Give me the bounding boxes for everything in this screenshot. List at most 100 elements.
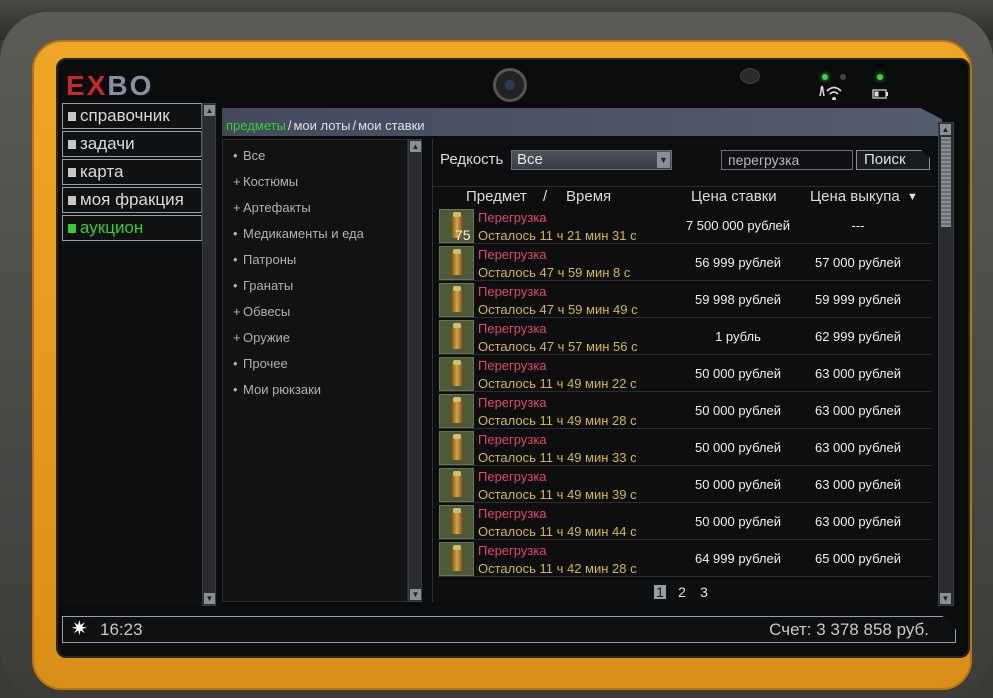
- tab-my-bids[interactable]: мои ставки: [358, 118, 424, 133]
- item-icon: [439, 468, 474, 502]
- menu-item-handbook[interactable]: справочник: [62, 103, 202, 129]
- bullet: •: [233, 252, 238, 267]
- camera-icon: [493, 68, 527, 102]
- item-name: Перегрузка: [478, 247, 547, 262]
- menu-item-label: аукцион: [80, 218, 144, 237]
- tab-items[interactable]: предметы: [226, 118, 286, 133]
- account-balance: Счет: 3 378 858 руб.: [769, 620, 929, 639]
- category-artifacts[interactable]: + Артефакты: [223, 195, 407, 221]
- category-suits[interactable]: + Костюмы: [223, 169, 407, 195]
- scroll-down-icon[interactable]: ▼: [940, 593, 951, 604]
- time-left: Осталось 11 ч 49 мин 33 с: [478, 450, 637, 465]
- lot-scrollbar[interactable]: ▲ ▼: [938, 122, 954, 606]
- bullet: •: [233, 356, 238, 371]
- category-label: Гранаты: [243, 278, 294, 293]
- lot-row[interactable]: Перегрузка Осталось 11 ч 49 мин 28 с 50 …: [438, 392, 932, 429]
- header-item[interactable]: Предмет: [466, 188, 527, 205]
- item-icon: [439, 394, 474, 428]
- category-scrollbar[interactable]: ▲ ▼: [408, 139, 422, 602]
- search-button[interactable]: Поиск: [856, 150, 930, 170]
- buyout-price: 63 000 рублей: [814, 477, 902, 492]
- menu-item-auction[interactable]: аукцион: [62, 215, 202, 241]
- page-3[interactable]: 3: [698, 585, 710, 599]
- expand-icon[interactable]: +: [233, 299, 243, 325]
- menu-item-map[interactable]: карта: [62, 159, 202, 185]
- header-bid[interactable]: Цена ставки: [691, 188, 777, 205]
- category-label: Прочее: [243, 356, 288, 371]
- category-other[interactable]: • Прочее: [223, 351, 407, 377]
- category-list: • Все + Костюмы + Артефакты • Медикаменты и …: [222, 139, 408, 602]
- menu-item-label: карта: [80, 162, 124, 181]
- menu-item-faction[interactable]: моя фракция: [62, 187, 202, 213]
- menu-item-label: задачи: [80, 134, 135, 153]
- scroll-thumb[interactable]: [941, 137, 951, 227]
- expand-icon[interactable]: +: [233, 325, 243, 351]
- scroll-up-icon[interactable]: ▲: [204, 105, 215, 116]
- lot-row[interactable]: Перегрузка Осталось 11 ч 49 мин 22 с 50 …: [438, 355, 932, 392]
- lot-row[interactable]: Перегрузка Осталось 47 ч 59 мин 49 с 59 …: [438, 281, 932, 318]
- lot-row[interactable]: Перегрузка Осталось 47 ч 59 мин 8 с 56 9…: [438, 244, 932, 281]
- menu-item-tasks[interactable]: задачи: [62, 131, 202, 157]
- rarity-dropdown[interactable]: Все ▼: [511, 150, 672, 170]
- buyout-price: 57 000 рублей: [814, 255, 902, 270]
- item-name: Перегрузка: [478, 506, 547, 521]
- page-2[interactable]: 2: [676, 585, 688, 599]
- category-my-backpacks[interactable]: • Мои рюкзаки: [223, 377, 407, 403]
- lot-row[interactable]: Перегрузка Осталось 47 ч 57 мин 56 с 1 р…: [438, 318, 932, 355]
- category-weapons[interactable]: + Оружие: [223, 325, 407, 351]
- sun-icon: ✷: [71, 618, 88, 640]
- lot-row[interactable]: Перегрузка Осталось 11 ч 49 мин 33 с 50 …: [438, 429, 932, 466]
- header-buyout[interactable]: Цена выкупа: [810, 188, 900, 205]
- lot-row[interactable]: Перегрузка Осталось 11 ч 42 мин 28 с 64 …: [438, 540, 932, 577]
- header-time[interactable]: Время: [566, 188, 611, 205]
- rarity-label: Редкость: [440, 151, 504, 168]
- square-icon: [68, 196, 76, 205]
- tab-separator: /: [287, 118, 292, 133]
- buyout-price: 63 000 рублей: [814, 440, 902, 455]
- bid-price: 50 000 рублей: [694, 440, 782, 455]
- bullet: •: [233, 148, 238, 163]
- square-icon: [68, 112, 76, 121]
- logo-part: X: [86, 70, 108, 101]
- item-name: Перегрузка: [478, 284, 547, 299]
- search-value: перегрузка: [728, 152, 800, 168]
- scroll-up-icon[interactable]: ▲: [410, 141, 421, 152]
- category-all[interactable]: • Все: [223, 143, 407, 169]
- bid-price: 50 000 рублей: [694, 366, 782, 381]
- scroll-down-icon[interactable]: ▼: [204, 593, 215, 604]
- exbo-logo: EXBO: [66, 70, 153, 102]
- battery-icon: [872, 86, 890, 102]
- tabs: предметы / мои лоты / мои ставки: [226, 118, 425, 133]
- table-header: Предмет / Время Цена ставки Цена выкупа …: [432, 186, 936, 206]
- menu-item-label: моя фракция: [80, 190, 184, 209]
- category-medicine-food[interactable]: • Медикаменты и еда: [223, 221, 407, 247]
- category-attachments[interactable]: + Обвесы: [223, 299, 407, 325]
- buyout-price: 63 000 рублей: [814, 366, 902, 381]
- category-label: Обвесы: [243, 304, 291, 319]
- search-input[interactable]: перегрузка: [721, 150, 853, 170]
- category-ammo[interactable]: • Патроны: [223, 247, 407, 273]
- menu-scrollbar[interactable]: ▲ ▼: [202, 103, 216, 606]
- buyout-price: ---: [851, 218, 865, 233]
- lot-row[interactable]: Перегрузка Осталось 11 ч 49 мин 39 с 50 …: [438, 466, 932, 503]
- clock: 16:23: [100, 620, 143, 639]
- expand-icon[interactable]: +: [233, 195, 243, 221]
- item-name: Перегрузка: [478, 395, 547, 410]
- lot-row[interactable]: Перегрузка Осталось 11 ч 49 мин 44 с 50 …: [438, 503, 932, 540]
- scroll-up-icon[interactable]: ▲: [940, 124, 951, 135]
- side-menu: справочник задачи карта моя фракция аукц…: [62, 103, 202, 606]
- scroll-down-icon[interactable]: ▼: [410, 589, 421, 600]
- time-left: Осталось 47 ч 59 мин 49 с: [478, 302, 638, 317]
- sensor-icon: [740, 68, 760, 84]
- buyout-price: 63 000 рублей: [814, 514, 902, 529]
- item-quantity: 75: [455, 227, 471, 243]
- category-grenades[interactable]: • Гранаты: [223, 273, 407, 299]
- chevron-down-icon[interactable]: ▼: [657, 152, 670, 168]
- page-1[interactable]: 1: [654, 585, 666, 599]
- expand-icon[interactable]: +: [233, 169, 243, 195]
- buyout-price: 59 999 рублей: [814, 292, 902, 307]
- tab-my-lots[interactable]: мои лоты: [293, 118, 350, 133]
- sort-arrow-icon[interactable]: ▼: [907, 191, 918, 203]
- time-left: Осталось 11 ч 21 мин 31 с: [478, 228, 637, 243]
- lot-row[interactable]: 75 Перегрузка Осталось 11 ч 21 мин 31 с …: [438, 207, 932, 244]
